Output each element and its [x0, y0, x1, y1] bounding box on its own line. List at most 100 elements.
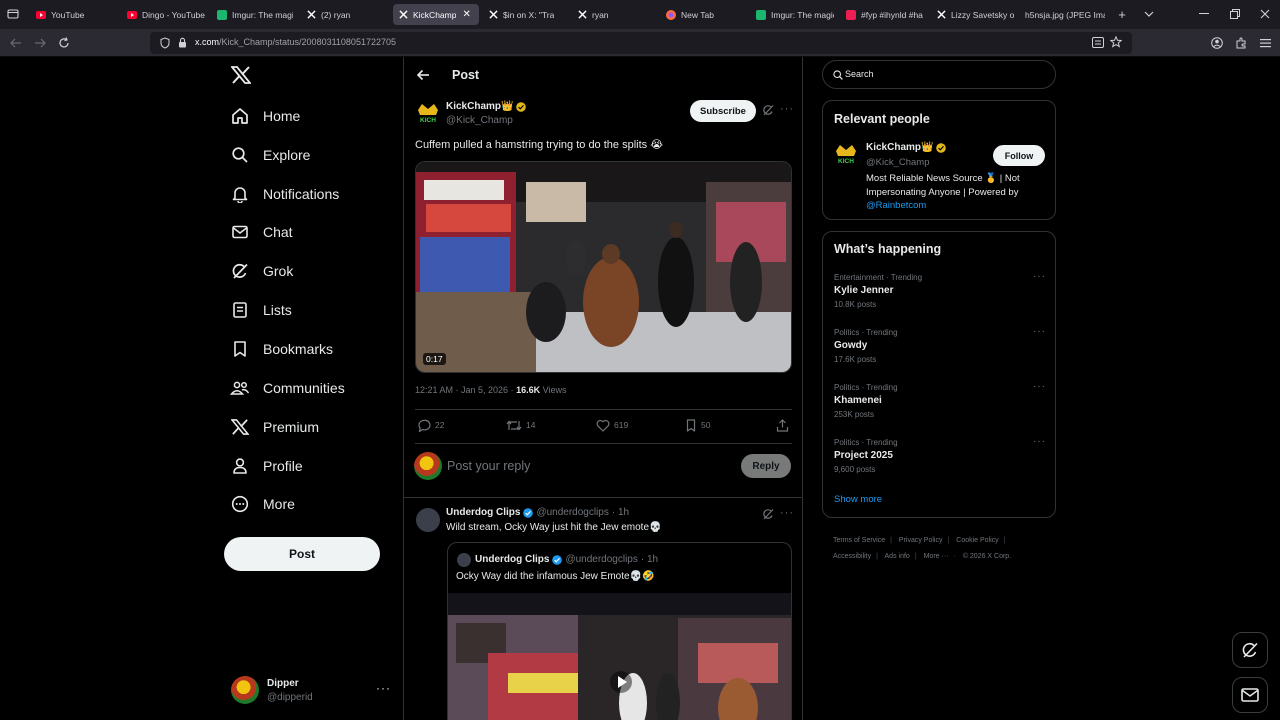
- new-tab-icon[interactable]: +: [1115, 7, 1129, 22]
- browser-tab[interactable]: Imgur: The magic: [756, 4, 834, 25]
- sidebar-item-chat[interactable]: Chat: [230, 217, 293, 247]
- url-text[interactable]: x.com/Kick_Champ/status/2008031108051722…: [195, 37, 396, 47]
- trend-item[interactable]: Politics · Trending Project 2025 9,600 p…: [834, 436, 1046, 482]
- more-circle-icon: [230, 494, 250, 514]
- grok-icon[interactable]: [762, 104, 774, 116]
- shield-icon[interactable]: [160, 37, 170, 49]
- browser-tab[interactable]: YouTube: [36, 4, 116, 25]
- reply-action[interactable]: 22: [417, 418, 444, 432]
- sidebar-item-explore[interactable]: Explore: [230, 140, 310, 170]
- sidebar-item-communities[interactable]: Communities: [230, 373, 345, 403]
- sidebar-item-profile[interactable]: Profile: [230, 451, 303, 481]
- trend-item[interactable]: Entertainment · Trending Kylie Jenner 10…: [834, 271, 1046, 317]
- x-logo-icon[interactable]: [231, 66, 251, 84]
- author-name[interactable]: Underdog Clips: [446, 507, 520, 518]
- more-dots-icon[interactable]: ···: [1033, 436, 1046, 447]
- sidebar-item-home[interactable]: Home: [230, 101, 300, 131]
- more-dots-icon[interactable]: ···: [780, 103, 794, 115]
- reload-icon[interactable]: [57, 36, 71, 50]
- search-input[interactable]: Search: [822, 60, 1056, 89]
- address-bar[interactable]: x.com/Kick_Champ/status/2008031108051722…: [150, 32, 1132, 54]
- author-avatar[interactable]: KICH: [834, 142, 858, 166]
- quoted-post[interactable]: Underdog Clips @underdogclips · 1h Ocky …: [447, 542, 792, 720]
- extensions-icon[interactable]: [1234, 36, 1248, 50]
- minimize-icon[interactable]: [1197, 7, 1211, 21]
- reader-view-icon[interactable]: [1092, 37, 1104, 48]
- list-icon: [230, 300, 250, 320]
- x-icon: [936, 10, 946, 20]
- browser-tab[interactable]: ryan: [577, 4, 653, 25]
- footer-link[interactable]: Terms of Service: [833, 537, 885, 544]
- author-handle[interactable]: @Kick_Champ: [446, 115, 513, 126]
- bookmark-action[interactable]: 50: [685, 418, 710, 432]
- footer-link[interactable]: Accessibility: [833, 553, 871, 560]
- author-avatar[interactable]: KICH: [416, 101, 440, 125]
- forward-icon[interactable]: [33, 36, 47, 50]
- reply-button[interactable]: Reply: [741, 454, 791, 478]
- sidebar-item-lists[interactable]: Lists: [230, 295, 292, 325]
- more-dots-icon[interactable]: ···: [1033, 326, 1046, 337]
- back-icon[interactable]: [9, 36, 23, 50]
- browser-tab[interactable]: h5nsja.jpg (JPEG Imag: [1025, 4, 1105, 25]
- back-arrow-icon[interactable]: [416, 68, 430, 82]
- repost-action[interactable]: 14: [506, 418, 535, 432]
- lock-icon[interactable]: [178, 37, 187, 48]
- person-name[interactable]: KickChamp👑: [866, 142, 947, 153]
- footer-links: Terms of Service | Privacy Policy | Cookie…: [833, 533, 1053, 565]
- play-icon[interactable]: [610, 671, 632, 693]
- reply-input[interactable]: Post your reply: [447, 459, 530, 473]
- restore-icon[interactable]: [1228, 7, 1242, 21]
- sidebar-item-more[interactable]: More: [230, 489, 295, 519]
- account-switcher[interactable]: Dipper @dipperid ···: [231, 676, 391, 706]
- browser-tab[interactable]: (2) ryan: [306, 4, 384, 25]
- sidebar-item-premium[interactable]: Premium: [230, 412, 319, 442]
- sidebar-item-bookmarks[interactable]: Bookmarks: [230, 334, 333, 364]
- author-handle[interactable]: @underdogclips: [536, 507, 608, 518]
- bookmark-star-icon[interactable]: [1110, 36, 1122, 48]
- browser-tab[interactable]: Lizzy Savetsky on: [936, 4, 1014, 25]
- trend-item[interactable]: Politics · Trending Khamenei 253K posts …: [834, 381, 1046, 427]
- quoted-video[interactable]: [448, 593, 791, 720]
- separator: |: [947, 537, 950, 544]
- more-dots-icon[interactable]: ···: [780, 507, 794, 519]
- follow-button[interactable]: Follow: [993, 145, 1045, 166]
- footer-link[interactable]: Privacy Policy: [899, 537, 943, 544]
- footer-link[interactable]: Ads info: [885, 553, 910, 560]
- more-dots-icon[interactable]: ···: [1033, 381, 1046, 392]
- share-action[interactable]: [776, 418, 793, 432]
- browser-tab[interactable]: Dingo - YouTube: [127, 4, 207, 25]
- menu-icon[interactable]: [1258, 36, 1272, 50]
- browser-tab[interactable]: $in on X: "Tra: [488, 4, 566, 25]
- show-more-link[interactable]: Show more: [834, 494, 882, 505]
- sidebar-item-notifications[interactable]: Notifications: [230, 179, 339, 209]
- grok-float-button[interactable]: [1232, 632, 1268, 668]
- account-icon[interactable]: [1210, 36, 1224, 50]
- footer-link[interactable]: Cookie Policy: [956, 537, 998, 544]
- like-action[interactable]: 619: [596, 418, 628, 432]
- tab-list-chevron-icon[interactable]: [1142, 7, 1156, 21]
- trend-item[interactable]: Politics · Trending Gowdy 17.6K posts ··…: [834, 326, 1046, 372]
- browser-tab[interactable]: New Tab: [666, 4, 744, 25]
- footer-link[interactable]: More ···: [924, 553, 949, 560]
- url-host: x.com: [195, 37, 220, 47]
- bio-link[interactable]: @Rainbetcom: [866, 200, 926, 211]
- sidebar-item-grok[interactable]: Grok: [230, 256, 293, 286]
- subscribe-button[interactable]: Subscribe: [690, 100, 756, 122]
- post-video[interactable]: 0:17: [415, 161, 792, 373]
- close-tab-icon[interactable]: ✕: [462, 9, 470, 20]
- more-dots-icon[interactable]: ···: [1033, 271, 1046, 282]
- more-dots-icon[interactable]: ···: [376, 681, 391, 695]
- tab-overview-icon[interactable]: [6, 7, 20, 21]
- browser-tab-active[interactable]: KickChamp ✕: [393, 4, 479, 25]
- post-button[interactable]: Post: [224, 537, 380, 571]
- person-name-text: KickChamp👑: [866, 142, 934, 153]
- browser-tab[interactable]: #fyp #ihynld #ha: [846, 4, 924, 25]
- avatar: [231, 676, 259, 704]
- person-handle[interactable]: @Kick_Champ: [866, 157, 930, 168]
- author-name[interactable]: KickChamp👑: [446, 101, 527, 112]
- browser-tab[interactable]: Imgur: The magic: [217, 4, 293, 25]
- avatar[interactable]: [416, 508, 440, 532]
- messages-float-button[interactable]: [1232, 677, 1268, 713]
- grok-icon[interactable]: [762, 508, 774, 520]
- close-window-icon[interactable]: [1258, 7, 1272, 21]
